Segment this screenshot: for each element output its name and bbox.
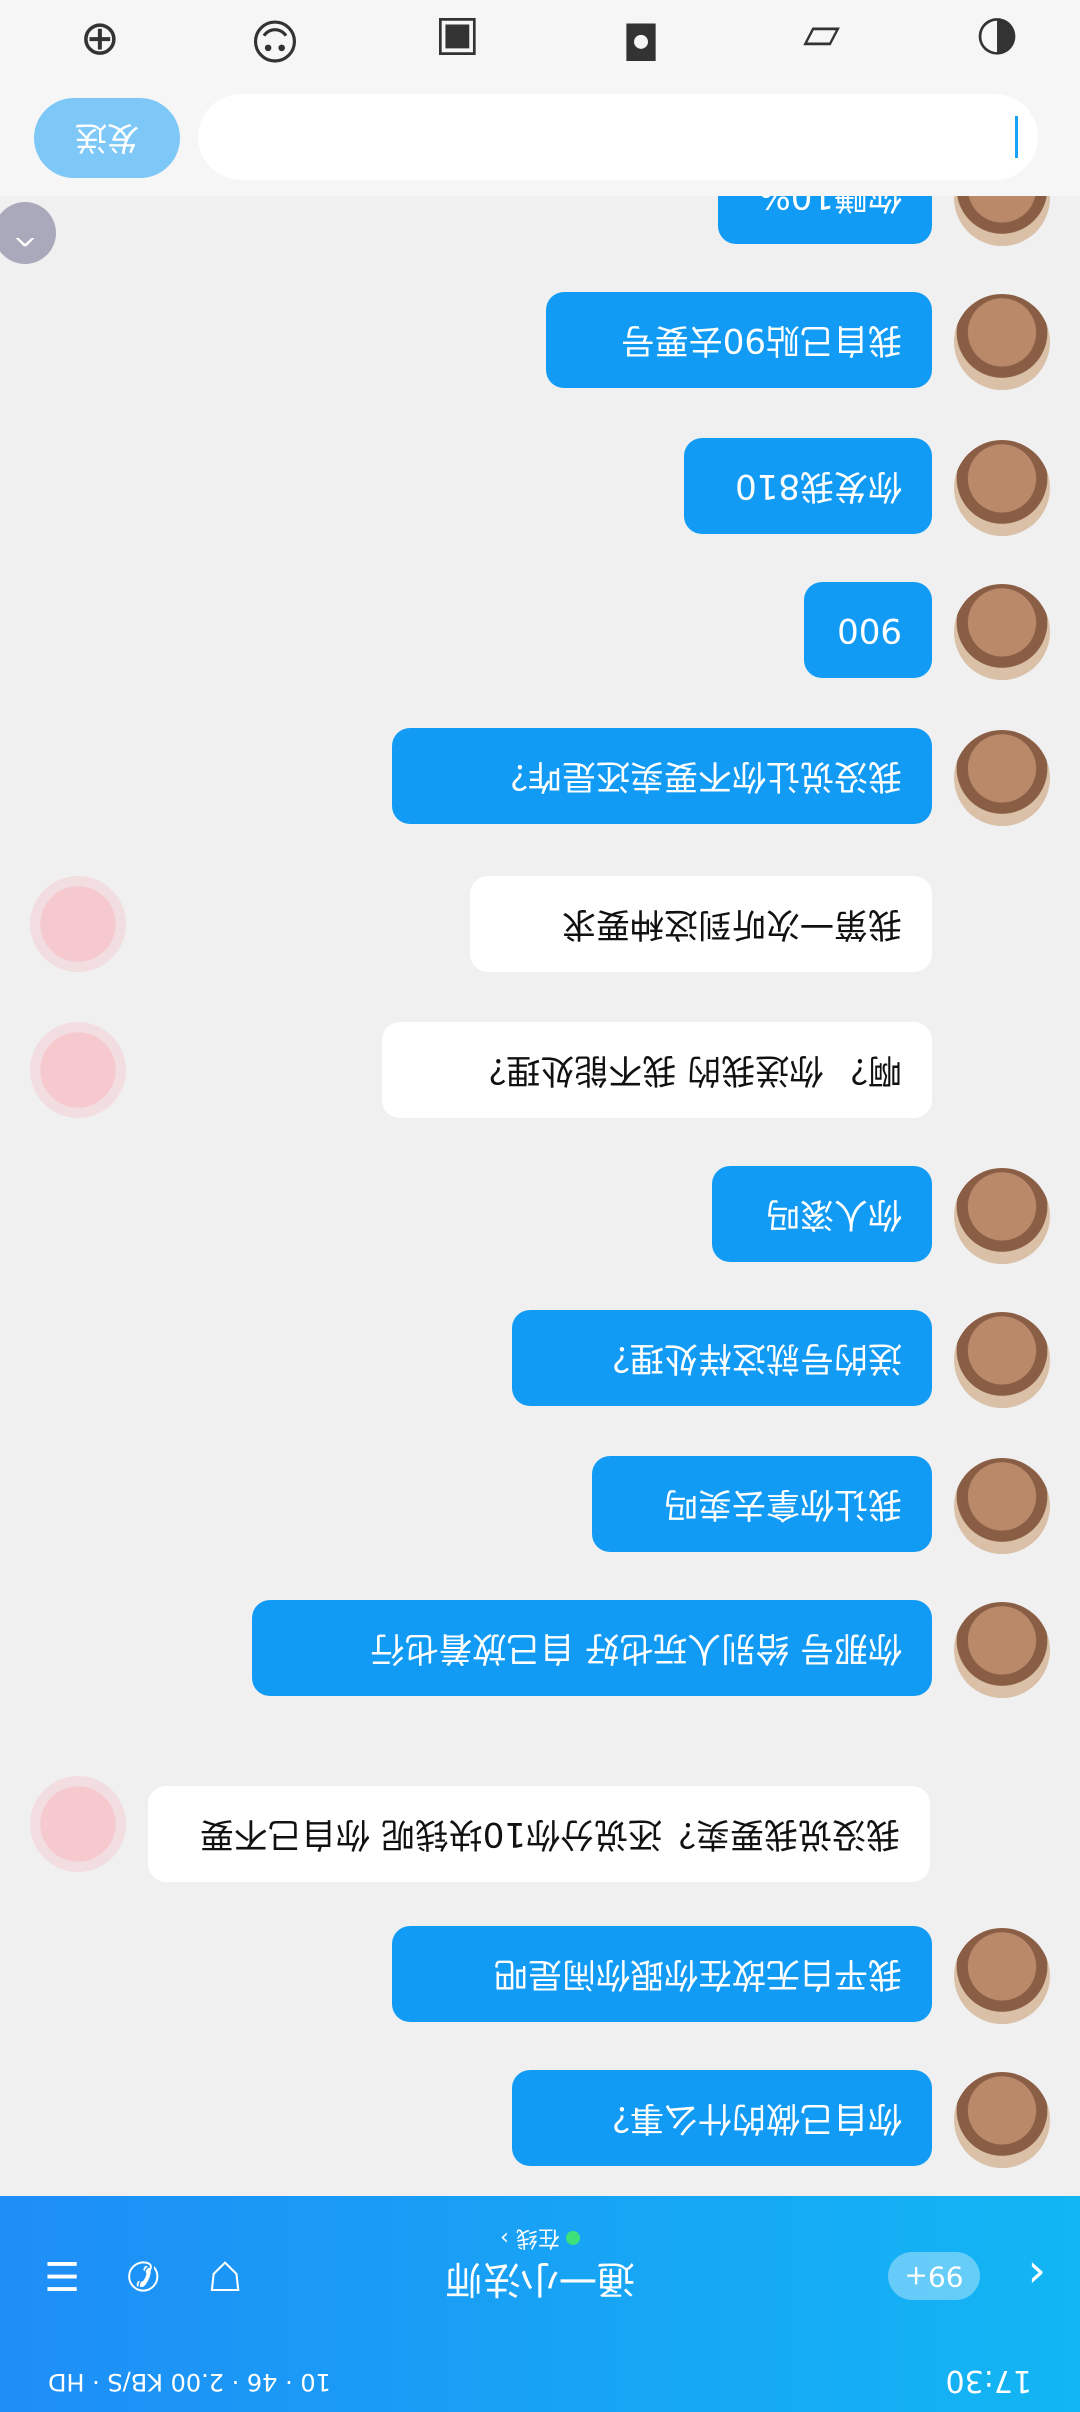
status-bar: 17:30 10 · 46 · 2.00 KB/S · HD bbox=[0, 2336, 1080, 2412]
scroll-up-button[interactable]: ^ bbox=[0, 202, 56, 264]
message-input[interactable] bbox=[198, 94, 1038, 180]
message-row: 啊？ 你送我的 我不能处理？ bbox=[0, 1020, 1080, 1120]
message-row: 我平白无故在你跟你闹是吧 bbox=[0, 1924, 1080, 2024]
text-caret bbox=[1015, 116, 1018, 158]
message-row: 你那号 给别人玩也好 自己放着也行 bbox=[0, 1598, 1080, 1698]
avatar[interactable] bbox=[30, 876, 126, 972]
mic-icon[interactable]: ◐ bbox=[976, 12, 1018, 68]
message-bubble[interactable]: 我没说让你不要卖还是咋？ bbox=[392, 728, 932, 824]
input-toolbar: ◐ ▱ ◘ ▣ ☺ ⊕ bbox=[0, 0, 1080, 86]
camera-icon[interactable]: ◘ bbox=[622, 12, 660, 68]
message-bubble[interactable]: 啊？ 你送我的 我不能处理？ bbox=[382, 1022, 932, 1118]
image-icon[interactable]: ▣ bbox=[435, 12, 480, 68]
avatar[interactable] bbox=[954, 1928, 1050, 2024]
input-bar: 发送 ◐ ▱ ◘ ▣ ☺ ⊕ bbox=[0, 0, 1080, 196]
message-row: 你自己做的什么事？ bbox=[0, 2068, 1080, 2168]
message-bubble[interactable]: 我第一次听到这种要求 bbox=[470, 876, 932, 972]
avatar[interactable] bbox=[954, 584, 1050, 680]
avatar[interactable] bbox=[954, 1168, 1050, 1264]
message-bubble[interactable]: 你发我810 bbox=[684, 438, 932, 534]
message-bubble[interactable]: 我平白无故在你跟你闹是吧 bbox=[392, 1926, 932, 2022]
avatar[interactable] bbox=[954, 1312, 1050, 1408]
message-row: 送的号就这样处理？ bbox=[0, 1308, 1080, 1408]
message-bubble[interactable]: 你人滚吗 bbox=[712, 1166, 932, 1262]
avatar[interactable] bbox=[954, 1458, 1050, 1554]
avatar[interactable] bbox=[954, 1602, 1050, 1698]
message-row: 我自己贴90去要号 bbox=[0, 290, 1080, 390]
chat-title[interactable]: 通一小法师 bbox=[0, 2255, 1080, 2310]
avatar[interactable] bbox=[954, 440, 1050, 536]
message-bubble[interactable]: 你那号 给别人玩也好 自己放着也行 bbox=[252, 1600, 932, 1696]
chat-screen: 17:30 10 · 46 · 2.00 KB/S · HD ‹ 99+ 通一小… bbox=[0, 0, 1080, 2412]
message-row: 900 bbox=[0, 580, 1080, 680]
message-bubble[interactable]: 900 bbox=[804, 582, 932, 678]
message-row: 我第一次听到这种要求 bbox=[0, 874, 1080, 974]
send-button[interactable]: 发送 bbox=[34, 98, 180, 178]
message-bubble[interactable]: 我让你拿去卖吗 bbox=[592, 1456, 932, 1552]
avatar[interactable] bbox=[30, 1776, 126, 1872]
nav-bar: ‹ 99+ 通一小法师 在线 › ⛉ ✆ ☰ bbox=[0, 2202, 1080, 2332]
online-status-label: 在线 bbox=[515, 2225, 560, 2250]
phone-icon[interactable]: ✆ bbox=[126, 2252, 160, 2298]
shield-icon[interactable]: ⛉ bbox=[210, 2252, 240, 2298]
menu-icon[interactable]: ☰ bbox=[44, 2252, 80, 2298]
online-status: 在线 › bbox=[0, 2224, 1080, 2256]
message-bubble[interactable]: 我自己贴90去要号 bbox=[546, 292, 932, 388]
message-bubble[interactable]: 我没说我要卖？还说分你10块钱呢 你自己不要 bbox=[148, 1786, 930, 1882]
status-indicators: 10 · 46 · 2.00 KB/S · HD bbox=[48, 2368, 331, 2396]
avatar[interactable] bbox=[954, 294, 1050, 390]
avatar[interactable] bbox=[954, 730, 1050, 826]
message-row: 你发我810 bbox=[0, 436, 1080, 536]
avatar[interactable] bbox=[30, 1022, 126, 1118]
message-bubble[interactable]: 送的号就这样处理？ bbox=[512, 1310, 932, 1406]
message-row: 我让你拿去卖吗 bbox=[0, 1454, 1080, 1554]
plus-icon[interactable]: ⊕ bbox=[80, 12, 120, 68]
status-time: 17:30 bbox=[945, 2363, 1032, 2398]
online-dot bbox=[565, 2231, 580, 2245]
message-bubble[interactable]: 你自己做的什么事？ bbox=[512, 2070, 932, 2166]
message-row: 我没说让你不要卖还是咋？ bbox=[0, 726, 1080, 826]
red-packet-icon[interactable]: ▱ bbox=[803, 12, 840, 68]
message-row: 我没说我要卖？还说分你10块钱呢 你自己不要 bbox=[0, 1752, 1080, 1882]
avatar[interactable] bbox=[954, 2072, 1050, 2168]
message-row: 你人滚吗 bbox=[0, 1164, 1080, 1264]
emoji-icon[interactable]: ☺ bbox=[250, 12, 300, 68]
chat-header: 17:30 10 · 46 · 2.00 KB/S · HD ‹ 99+ 通一小… bbox=[0, 2196, 1080, 2412]
